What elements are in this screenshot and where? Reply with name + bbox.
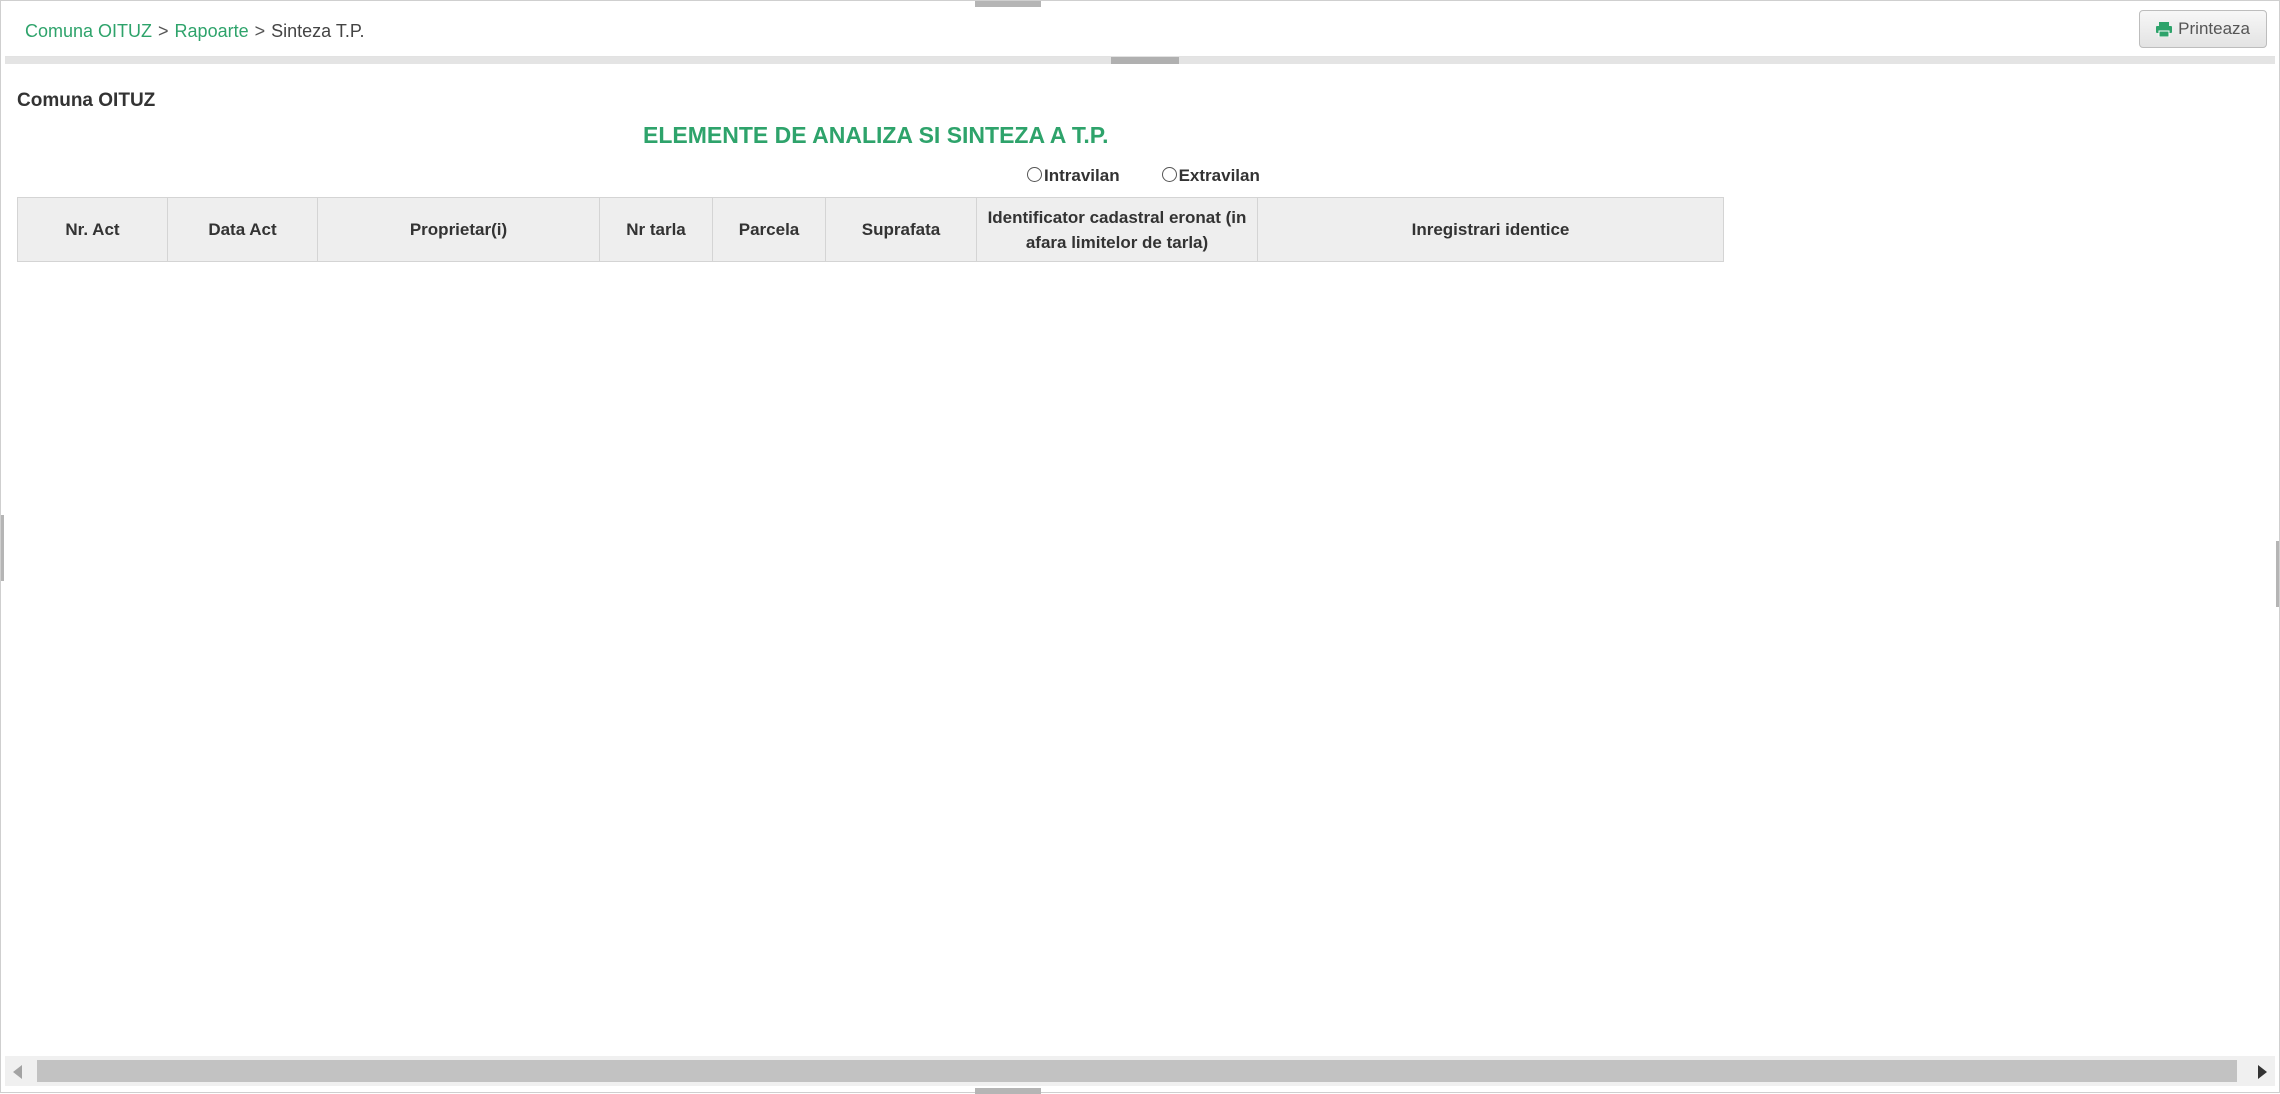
extravilan-label: Extravilan xyxy=(1178,166,1260,185)
breadcrumb-current: Sinteza T.P. xyxy=(271,21,365,41)
column-header-suprafata: Suprafata xyxy=(825,197,977,262)
page-header: Comuna OITUZ > Rapoarte > Sinteza T.P. Print… xyxy=(5,7,2275,57)
report-table: Nr. Act Data Act Proprietar(i) Nr tarla … xyxy=(17,197,1724,262)
app-frame: Comuna OITUZ > Rapoarte > Sinteza T.P. Print… xyxy=(0,0,2280,1094)
breadcrumb: Comuna OITUZ > Rapoarte > Sinteza T.P. xyxy=(25,21,365,42)
breadcrumb-link-reports[interactable]: Rapoarte xyxy=(175,21,249,41)
left-resize-handle[interactable] xyxy=(1,515,4,581)
column-header-parcela: Parcela xyxy=(712,197,826,262)
column-header-data-act: Data Act xyxy=(167,197,318,262)
splitter-grip[interactable] xyxy=(1111,57,1179,64)
column-header-proprietari: Proprietar(i) xyxy=(317,197,600,262)
print-button[interactable]: Printeaza xyxy=(2139,10,2267,48)
column-header-nr-tarla: Nr tarla xyxy=(599,197,713,262)
right-resize-handle[interactable] xyxy=(2276,541,2279,607)
area-filter: Intravilan Extravilan xyxy=(1027,166,1260,186)
breadcrumb-separator: > xyxy=(158,21,169,41)
column-header-nr-act: Nr. Act xyxy=(17,197,168,262)
scrollbar-thumb[interactable] xyxy=(37,1060,2237,1082)
printer-icon xyxy=(2156,21,2173,37)
intravilan-option[interactable]: Intravilan xyxy=(1027,166,1120,186)
column-header-identificator-cadastral: Identificator cadastral eronat (in afara… xyxy=(976,197,1258,262)
intravilan-radio[interactable] xyxy=(1027,166,1042,182)
extravilan-option[interactable]: Extravilan xyxy=(1161,166,1260,186)
report-content: Comuna OITUZ ELEMENTE DE ANALIZA SI SINT… xyxy=(5,64,2275,1054)
scroll-left-icon[interactable] xyxy=(13,1065,22,1079)
report-title: ELEMENTE DE ANALIZA SI SINTEZA A T.P. xyxy=(643,122,1109,148)
breadcrumb-separator: > xyxy=(254,21,266,41)
table-header-row: Nr. Act Data Act Proprietar(i) Nr tarla … xyxy=(17,197,1724,262)
extravilan-radio[interactable] xyxy=(1161,166,1177,182)
horizontal-scrollbar[interactable] xyxy=(5,1056,2275,1086)
org-name: Comuna OITUZ xyxy=(17,90,156,111)
column-header-inregistrari-identice: Inregistrari identice xyxy=(1257,197,1724,262)
scroll-right-icon[interactable] xyxy=(2258,1065,2267,1079)
intravilan-label: Intravilan xyxy=(1044,166,1120,185)
print-button-label: Printeaza xyxy=(2178,19,2250,38)
bottom-resize-handle[interactable] xyxy=(975,1088,1041,1094)
breadcrumb-link-home[interactable]: Comuna OITUZ xyxy=(25,21,152,41)
